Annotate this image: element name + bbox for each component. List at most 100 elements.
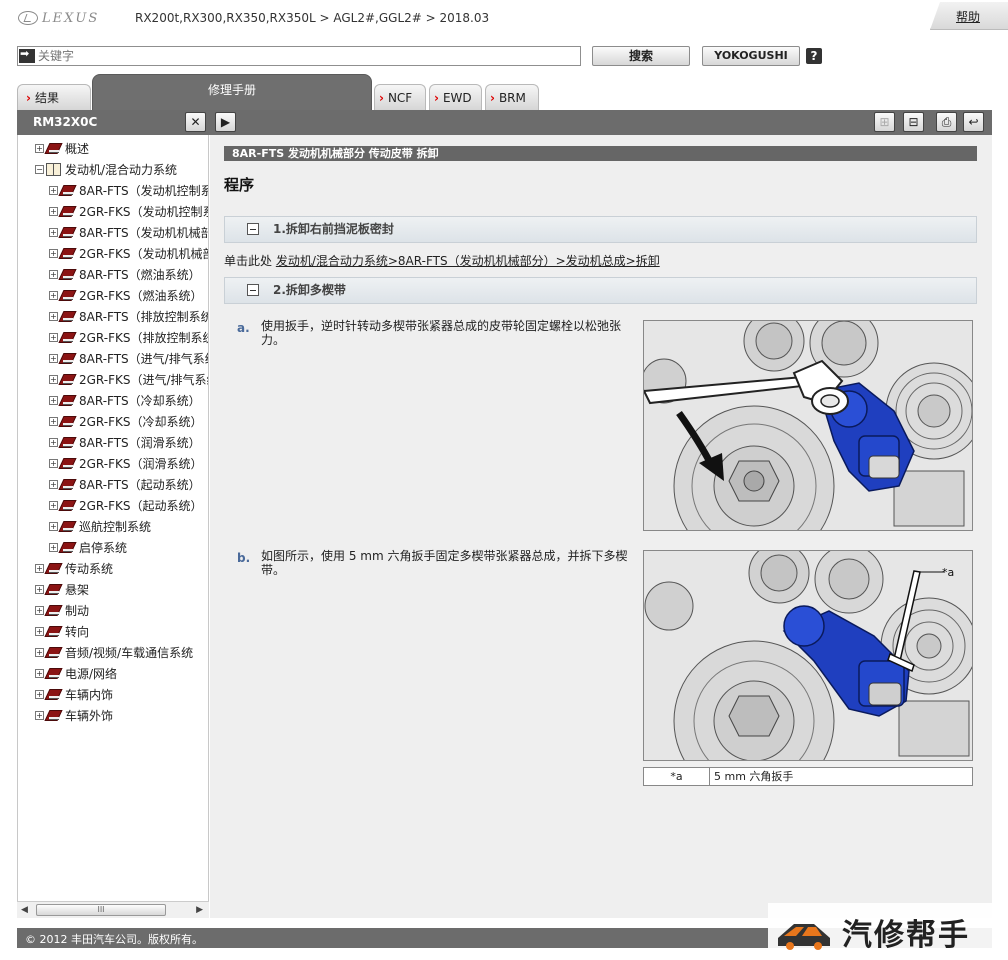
expand-icon[interactable]: +	[49, 206, 58, 216]
tree-item[interactable]: + 车辆外饰	[35, 705, 113, 725]
tree-item-label: 巡航控制系统	[79, 519, 152, 534]
tree-item[interactable]: +2GR-FKS（冷却系统）	[49, 411, 203, 431]
return-icon[interactable]: ↩	[963, 112, 984, 132]
tree-item[interactable]: +8AR-FTS（发动机控制系	[49, 180, 208, 200]
tab-brm[interactable]: › BRM	[485, 84, 539, 110]
tree-item-label: 8AR-FTS（润滑系统）	[79, 435, 201, 450]
expand-icon[interactable]: +	[49, 290, 58, 300]
expand-all-icon[interactable]: ⊞	[874, 112, 895, 132]
expand-icon[interactable]: +	[35, 143, 44, 153]
substep-a-text: 使用扳手，逆时针转动多楔带张紧器总成的皮带轮固定螺栓以松弛张力。	[261, 319, 622, 347]
scroll-left-icon[interactable]: ◀	[21, 905, 28, 915]
scroll-right-icon[interactable]: ▶	[196, 905, 203, 915]
tree-item[interactable]: +2GR-FKS（进气/排气系统	[49, 369, 209, 389]
book-icon	[60, 541, 75, 553]
expand-icon[interactable]: +	[35, 584, 44, 594]
expand-icon[interactable]: +	[49, 269, 58, 279]
play-right-icon[interactable]: ▶	[215, 112, 236, 132]
lexus-logo: LEXUS	[18, 9, 99, 27]
tree-item[interactable]: +8AR-FTS（发动机机械部	[49, 222, 208, 242]
step-2-header[interactable]: 2.拆卸多楔带	[224, 277, 977, 304]
expand-icon[interactable]: +	[49, 542, 58, 552]
expand-icon[interactable]: +	[49, 479, 58, 489]
tree-item-label: 转向	[65, 624, 90, 639]
expand-icon[interactable]: +	[35, 710, 44, 720]
tree-item[interactable]: +8AR-FTS（润滑系统）	[49, 432, 201, 452]
tree-item[interactable]: + 电源/网络	[35, 663, 117, 683]
tab-ncf[interactable]: › NCF	[374, 84, 426, 110]
tree-item[interactable]: +8AR-FTS（燃油系统）	[49, 264, 201, 284]
step-1-header[interactable]: 1.拆卸右前挡泥板密封	[224, 216, 977, 243]
brand-name: LEXUS	[42, 10, 100, 26]
tree-item[interactable]: + 音频/视频/车载通信系统	[35, 642, 193, 662]
search-button[interactable]: 搜索	[592, 46, 690, 66]
tree-item[interactable]: + 启停系统	[49, 537, 127, 557]
tab-repair-manual[interactable]: 修理手册	[92, 74, 372, 110]
expand-icon[interactable]: +	[49, 521, 58, 531]
expand-icon[interactable]: +	[49, 500, 58, 510]
tree-item-label: 电源/网络	[65, 666, 118, 681]
question-icon[interactable]: ?	[806, 48, 822, 64]
expand-icon[interactable]: +	[49, 185, 58, 195]
expand-icon[interactable]: +	[49, 353, 58, 363]
yokogushi-button[interactable]: YOKOGUSHI	[702, 46, 800, 66]
tree-item[interactable]: + 巡航控制系统	[49, 516, 151, 536]
tree-item[interactable]: +8AR-FTS（进气/排气系统	[49, 348, 208, 368]
book-icon	[46, 646, 61, 658]
tree-item[interactable]: +2GR-FKS（起动系统）	[49, 495, 203, 515]
tree-item-label: 2GR-FKS（润滑系统）	[79, 456, 203, 471]
reference-link[interactable]: 发动机/混合动力系统>8AR-FTS（发动机机械部分）>发动机总成>拆卸	[276, 254, 660, 268]
expand-icon[interactable]: +	[35, 563, 44, 573]
expand-icon[interactable]: +	[35, 605, 44, 615]
step-title: 1.拆卸右前挡泥板密封	[273, 222, 394, 236]
tree-item-label: 2GR-FKS（燃油系统）	[79, 288, 203, 303]
expand-icon[interactable]: +	[35, 689, 44, 699]
tree-item-label: 2GR-FKS（进气/排气系统	[79, 372, 209, 387]
expand-icon[interactable]: +	[49, 248, 58, 258]
app-header: LEXUS RX200t,RX300,RX350,RX350L > AGL2#,…	[0, 0, 1008, 38]
collapse-icon[interactable]	[247, 223, 259, 235]
tree-item[interactable]: +2GR-FKS（发动机控制系	[49, 201, 208, 221]
tree-item[interactable]: +8AR-FTS（起动系统）	[49, 474, 201, 494]
tree-item[interactable]: +2GR-FKS（发动机机械部	[49, 243, 208, 263]
tree-item[interactable]: − 发动机/混合动力系统	[35, 159, 177, 179]
tab-ewd[interactable]: › EWD	[429, 84, 482, 110]
tree-item[interactable]: +2GR-FKS（燃油系统）	[49, 285, 203, 305]
tree-item-label: 发动机/混合动力系统	[65, 162, 178, 177]
tree-item[interactable]: +8AR-FTS（冷却系统）	[49, 390, 201, 410]
expand-icon[interactable]: +	[35, 647, 44, 657]
collapse-icon[interactable]	[247, 284, 259, 296]
tab-results[interactable]: › 结果	[17, 84, 91, 110]
expand-icon[interactable]: +	[49, 311, 58, 321]
help-link[interactable]: 帮助	[956, 8, 980, 25]
expand-icon[interactable]: +	[49, 332, 58, 342]
expand-icon[interactable]: +	[35, 668, 44, 678]
book-icon	[46, 583, 61, 595]
scroll-thumb[interactable]: III	[36, 904, 166, 916]
tree-item[interactable]: + 传动系统	[35, 558, 113, 578]
search-input[interactable]	[35, 48, 580, 64]
book-icon	[60, 499, 75, 511]
tree-item[interactable]: + 车辆内饰	[35, 684, 113, 704]
tree-item[interactable]: +8AR-FTS（排放控制系统	[49, 306, 208, 326]
tab-label: BRM	[498, 91, 526, 105]
tree-item[interactable]: + 转向	[35, 621, 89, 641]
tree-horizontal-scrollbar[interactable]: ◀ III ▶	[17, 901, 209, 918]
tree-item[interactable]: +2GR-FKS（润滑系统）	[49, 453, 203, 473]
tree-item[interactable]: + 制动	[35, 600, 89, 620]
tree-item-label: 车辆内饰	[65, 687, 114, 702]
print-icon[interactable]: ⎙	[936, 112, 957, 132]
expand-icon[interactable]: +	[49, 227, 58, 237]
expand-icon[interactable]: +	[49, 437, 58, 447]
expand-icon[interactable]: +	[35, 626, 44, 636]
expand-icon[interactable]: +	[49, 458, 58, 468]
collapse-icon[interactable]: −	[35, 164, 44, 174]
expand-icon[interactable]: +	[49, 374, 58, 384]
tree-item[interactable]: + 悬架	[35, 579, 89, 599]
tree-item[interactable]: + 概述	[35, 138, 89, 158]
expand-icon[interactable]: +	[49, 416, 58, 426]
close-icon[interactable]: ✕	[185, 112, 206, 132]
tree-item[interactable]: +2GR-FKS（排放控制系统	[49, 327, 208, 347]
collapse-all-icon[interactable]: ⊟	[903, 112, 924, 132]
expand-icon[interactable]: +	[49, 395, 58, 405]
